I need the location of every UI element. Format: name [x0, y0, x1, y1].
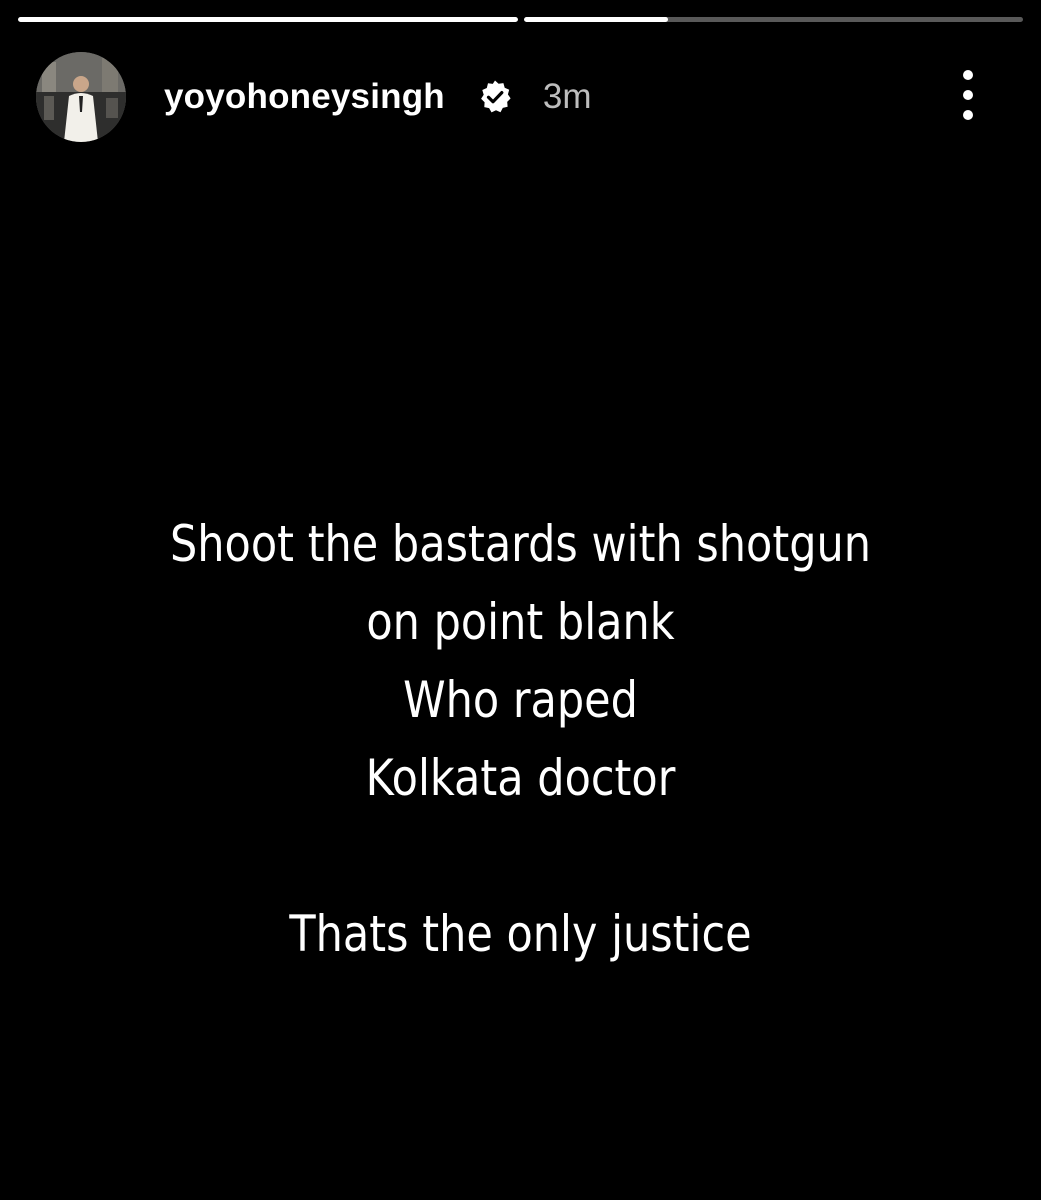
verified-badge-icon	[477, 79, 513, 115]
story-header: yoyohoneysingh 3m	[36, 52, 1005, 142]
progress-fill-1	[18, 17, 518, 22]
story-timestamp: 3m	[542, 77, 592, 116]
story-text-line	[73, 817, 968, 895]
avatar-photo	[36, 52, 126, 142]
more-vertical-icon[interactable]	[961, 70, 975, 120]
username[interactable]: yoyohoneysingh	[164, 77, 445, 117]
story-text-line: Thats the only justice	[289, 905, 752, 963]
story-viewer[interactable]: yoyohoneysingh 3m Shoot the bastards wit…	[0, 0, 1041, 1200]
story-text-line: Who raped	[403, 671, 638, 729]
more-dot	[963, 70, 973, 80]
story-text: Shoot the bastards with shotgun on point…	[73, 505, 968, 973]
progress-fill-2	[523, 17, 669, 22]
story-text-line: on point blank	[366, 593, 675, 651]
story-text-line: Shoot the bastards with shotgun	[169, 515, 872, 573]
avatar[interactable]	[36, 52, 126, 142]
more-dot	[963, 110, 973, 120]
more-dot	[963, 90, 973, 100]
progress-segment-1	[18, 17, 518, 22]
progress-segment-2	[523, 17, 1023, 22]
story-text-line: Kolkata doctor	[365, 749, 676, 807]
story-progress-bar	[18, 17, 1023, 22]
